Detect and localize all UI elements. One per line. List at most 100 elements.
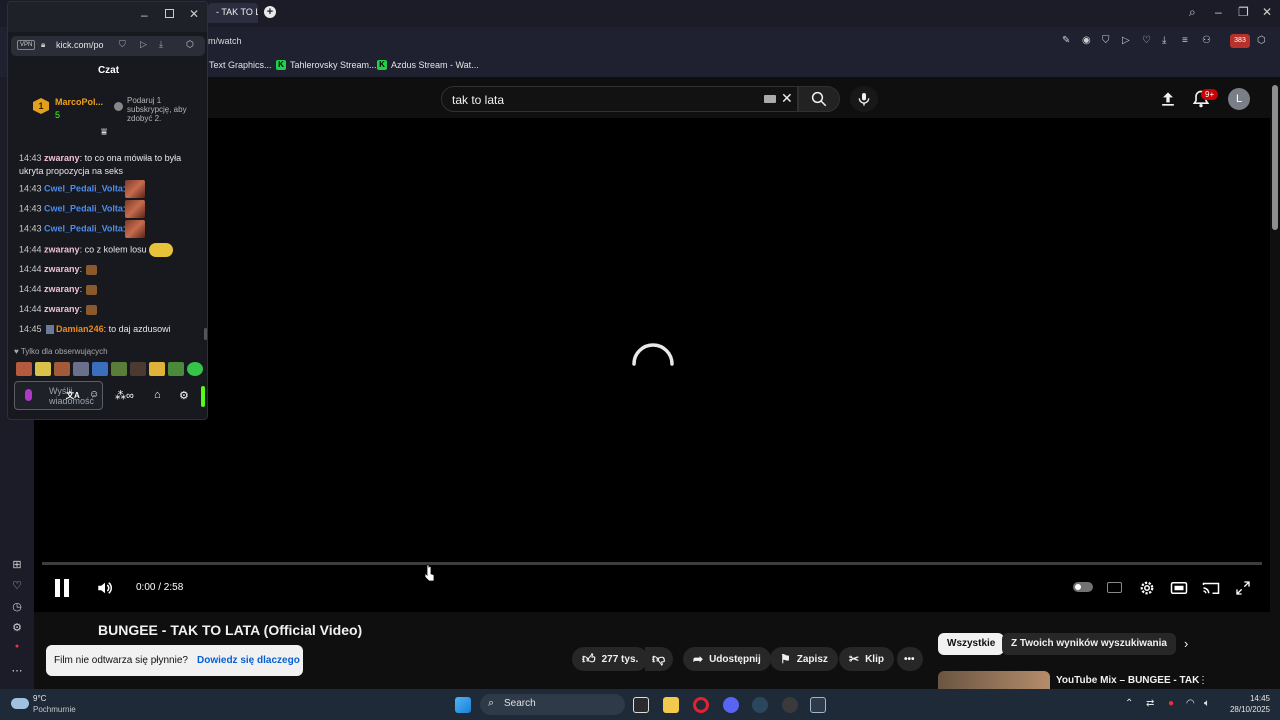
share-button[interactable]: ➦ Udostępnij [683, 647, 771, 671]
send-button[interactable] [201, 386, 205, 407]
opera-icon[interactable] [693, 697, 709, 713]
camera-icon[interactable]: ◉ [1082, 35, 1091, 46]
chat-input[interactable]: Wyślij wiadomość 文A ☺ [14, 381, 103, 410]
fullscreen-icon[interactable] [1235, 580, 1251, 596]
autoplay-toggle[interactable] [1073, 582, 1093, 592]
emote-picker-item[interactable] [92, 362, 108, 376]
pause-icon[interactable] [53, 578, 71, 598]
more-icon[interactable]: ⋯ [10, 664, 24, 677]
keyboard-icon[interactable] [764, 95, 776, 103]
dislike-button[interactable]: 👎︎ [645, 647, 673, 671]
clock-date[interactable]: 28/10/2025 [1222, 705, 1270, 714]
more-actions-button[interactable]: ••• [897, 647, 923, 671]
video-progress-bar[interactable] [42, 562, 1262, 565]
browser-tab[interactable]: - TAK TO LA [208, 3, 258, 23]
emote-picker-item[interactable] [16, 362, 32, 376]
url-text[interactable]: m/watch [208, 36, 242, 46]
avatar[interactable]: L [1228, 88, 1250, 110]
app-window-icon[interactable] [810, 697, 826, 713]
history-icon[interactable]: ◷ [10, 600, 24, 613]
emote-picker-item[interactable] [149, 362, 165, 376]
rec-thumbnail[interactable] [938, 671, 1050, 689]
edit-icon[interactable]: ✎ [1062, 35, 1070, 46]
chip-from-search[interactable]: Z Twoich wyników wyszukiwania [1002, 633, 1176, 655]
minimize-icon[interactable]: – [1215, 5, 1222, 19]
profile-icon[interactable]: ⚇ [1202, 35, 1211, 46]
emote-picker-item[interactable] [111, 362, 127, 376]
shield-icon[interactable]: ⛉ [119, 39, 126, 50]
video-player[interactable] [34, 118, 1270, 612]
bookmark-item[interactable]: K Azdus Stream - Wat... [377, 60, 479, 70]
toast-link[interactable]: Dowiedz się dlaczego [197, 655, 300, 666]
rec-menu-icon[interactable]: ⋮ [1198, 675, 1208, 686]
heart-icon[interactable]: ♡ [10, 579, 24, 592]
clip-button[interactable]: ✂ Klip [839, 647, 894, 671]
menu-icon[interactable]: ≡ [1182, 35, 1188, 46]
chip-all[interactable]: Wszystkie [938, 633, 1005, 655]
translate-icon[interactable]: 文A [66, 390, 80, 401]
bookmark-item[interactable]: K Tahlerovsky Stream... [276, 60, 377, 70]
tray-chevron-icon[interactable]: ⌃ [1125, 698, 1133, 709]
popup-address-bar[interactable]: VPN 🔒︎ kick.com/po ⛉ ▷ ⤓ ⬡ [11, 36, 205, 56]
cube-icon[interactable]: ⬡ [1257, 35, 1266, 46]
windows-start-icon[interactable] [455, 697, 471, 713]
emote-picker-item[interactable] [54, 362, 70, 376]
close-icon[interactable]: ✕ [189, 7, 199, 21]
file-explorer-icon[interactable] [663, 697, 679, 713]
search-input[interactable]: tak to lata ✕ [441, 86, 798, 112]
network-tray-icon[interactable]: ⇄ [1146, 698, 1154, 709]
task-view-icon[interactable] [633, 697, 649, 713]
cast-icon[interactable] [1202, 580, 1220, 596]
wifi-icon[interactable]: ◠ [1186, 698, 1195, 709]
speaker-icon[interactable]: 🔈︎ [1204, 698, 1210, 709]
rec-title[interactable]: YouTube Mix – BUNGEE - TAK [1056, 675, 1199, 686]
cube-icon[interactable]: ⬡ [186, 39, 194, 50]
connections-icon[interactable]: ⁂∞ [115, 389, 134, 402]
weather-desc[interactable]: Pochmurnie [33, 705, 76, 714]
restore-icon[interactable]: ❐ [1238, 5, 1249, 19]
upload-icon[interactable] [1158, 89, 1178, 109]
emote-picker-item[interactable] [130, 362, 146, 376]
chevron-right-icon[interactable]: › [1184, 636, 1188, 651]
volume-icon[interactable] [95, 579, 115, 597]
subtitles-icon[interactable] [1107, 582, 1122, 593]
page-scrollbar[interactable] [1272, 85, 1278, 230]
gift-text[interactable]: Podaruj 1 subskrypcję, aby zdobyć 2. [127, 96, 191, 123]
play-icon[interactable]: ▷ [140, 39, 147, 50]
vpn-badge[interactable]: VPN [17, 40, 36, 50]
clock-time[interactable]: 14:45 [1242, 694, 1270, 703]
emoji-icon[interactable]: ☺ [89, 389, 99, 400]
save-button[interactable]: ⚑ Zapisz [770, 647, 838, 671]
download-icon[interactable]: ⤓ [159, 39, 163, 50]
workspaces-icon[interactable]: ⊞ [10, 558, 24, 571]
search-button[interactable] [798, 86, 840, 112]
heart-icon[interactable]: ♡ [1142, 35, 1151, 46]
adblock-icon[interactable]: ● [10, 643, 24, 650]
new-tab-icon[interactable]: + [264, 6, 276, 18]
clear-search-icon[interactable]: ✕ [781, 90, 793, 107]
settings-icon[interactable]: ⚙ [179, 389, 189, 402]
settings-gear-icon[interactable] [1138, 579, 1156, 597]
download-icon[interactable]: ⤓ [1162, 35, 1166, 46]
maximize-icon[interactable] [165, 9, 174, 18]
weather-temp[interactable]: 9°C [33, 694, 46, 703]
bookmark-item[interactable]: Text Graphics... [209, 60, 272, 70]
microphone-icon[interactable] [25, 389, 32, 401]
emote-picker-item[interactable] [168, 362, 184, 376]
emote-picker-item[interactable] [73, 362, 89, 376]
extension-badge[interactable]: 383 [1230, 34, 1250, 48]
play-icon[interactable]: ▷ [1122, 35, 1130, 46]
emote-picker-item[interactable] [187, 362, 203, 376]
close-icon[interactable]: ✕ [1262, 5, 1272, 19]
microphone-tray-icon[interactable]: ● [1168, 698, 1174, 709]
search-tabs-icon[interactable]: ⌕ [1189, 5, 1196, 20]
discord-icon[interactable] [723, 697, 739, 713]
theater-mode-icon[interactable] [1170, 580, 1188, 596]
store-icon[interactable]: ⌂ [154, 389, 161, 401]
voice-search-button[interactable] [850, 86, 878, 112]
collapse-icon[interactable]: ⩸ [101, 127, 107, 138]
chat-scrollbar[interactable] [204, 328, 207, 340]
pinned-user[interactable]: MarcoPol... [55, 97, 103, 107]
settings-icon[interactable]: ⚙ [10, 621, 24, 634]
like-button[interactable]: 👍︎ 277 tys. [572, 647, 648, 671]
